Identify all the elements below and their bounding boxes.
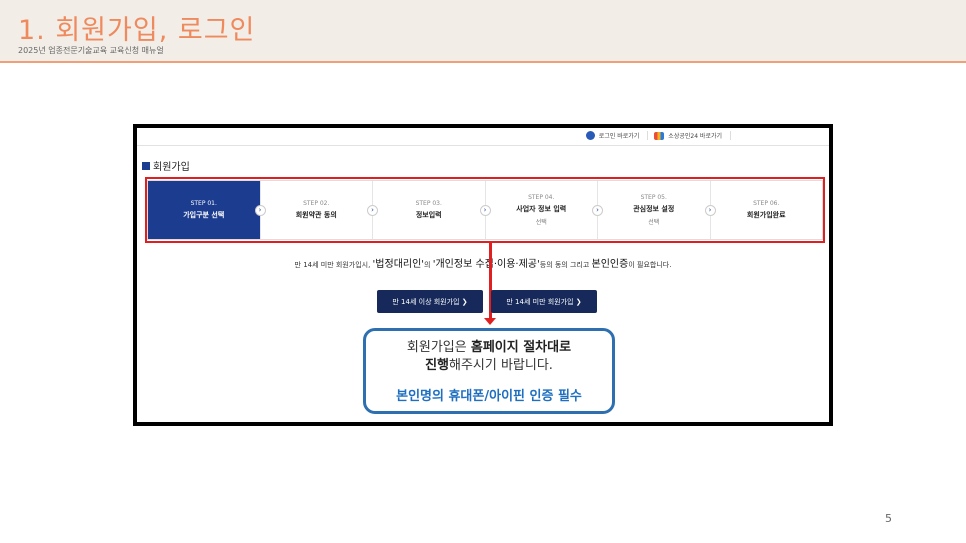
callout-text: 해주시기 바랍니다. [448,358,553,373]
callout-text: 회원가입은 [406,340,471,355]
chevron-right-icon: › [592,205,603,216]
login-shortcut-link[interactable]: 로그인 바로가기 [585,131,649,140]
callout-line-3: 본인명의 휴대폰/아이핀 인증 필수 [396,389,582,404]
pointer-arrowhead [484,318,496,325]
section-title-label: 회원가입 [153,162,190,173]
slide-subtitle: 2025년 업종전문기술교육 교육신청 매뉴얼 [18,46,164,55]
sbiz24-logo-icon [654,131,665,140]
chevron-right-icon: › [704,205,716,216]
signup-buttons: 만 14세 이상 회원가입 ❯ 만 14세 미만 회원가입 ❯ [377,290,597,313]
notice-identity: 본인인증 [591,259,629,270]
top-links: 로그인 바로가기 소상공인24 바로가기 [585,131,731,140]
slide-header: 1. 회원가입, 로그인 2025년 업종전문기술교육 교육신청 매뉴얼 [0,0,966,63]
chevron-right-icon: › [479,205,491,216]
login-shortcut-label: 로그인 바로가기 [598,133,640,140]
minor-signup-notice: 만 14세 미만 회원가입시, '법정대리인'의 '개인정보 수집·이용·제공'… [137,255,829,270]
instruction-callout: 회원가입은 홈페이지 절차대로 진행해주시기 바랍니다. 본인명의 휴대폰/아이… [363,328,615,414]
chevron-right-icon: › [254,205,266,216]
slide-title: 1. 회원가입, 로그인 [18,15,256,46]
callout-line-2: 진행해주시기 바랍니다. [366,357,612,375]
sbiz24-shortcut-link[interactable]: 소상공인24 바로가기 [654,131,731,140]
notice-text: 등의 동의 그리고 [539,261,592,269]
notice-text: 만 14세 미만 회원가입시, [294,261,373,269]
callout-bold-text: 홈페이지 절차대로 [470,340,572,355]
notice-privacy: '개인정보 수집·이용·제공' [432,259,540,270]
notice-text: 이 필요합니다. [628,261,672,269]
chevron-right-icon: › [367,205,378,216]
notice-guardian: '법정대리인' [372,259,425,270]
sbiz24-shortcut-label: 소상공인24 바로가기 [668,133,722,140]
user-icon [585,131,595,140]
notice-text: 의 [424,261,433,269]
square-bullet-icon [142,161,150,170]
section-title: 회원가입 [142,158,190,173]
callout-bold-text: 진행 [425,358,449,373]
signup-under14-button[interactable]: 만 14세 미만 회원가입 ❯ [491,290,597,313]
callout-line-1: 회원가입은 홈페이지 절차대로 [366,339,612,357]
signup-over14-button[interactable]: 만 14세 이상 회원가입 ❯ [377,290,483,313]
top-bar: 로그인 바로가기 소상공인24 바로가기 [137,128,829,146]
page-number: 5 [885,512,892,525]
screenshot-frame: 로그인 바로가기 소상공인24 바로가기 회원가입 STEP 01. 가입구분 … [133,124,833,426]
